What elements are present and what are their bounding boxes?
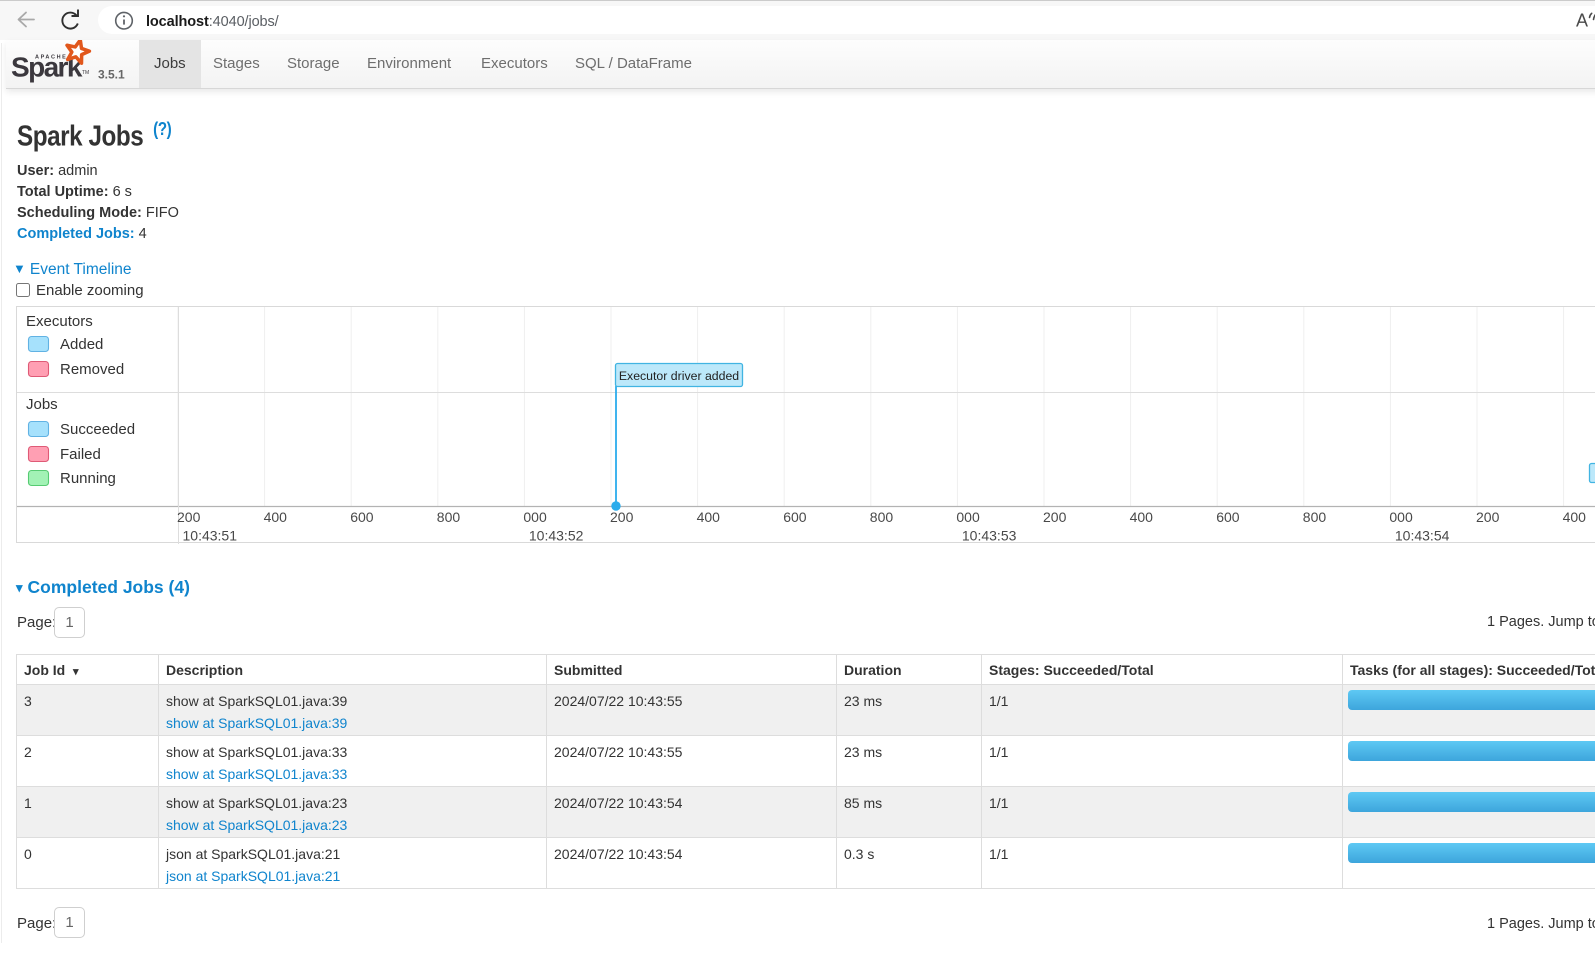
svg-text:TM: TM xyxy=(82,70,89,76)
svg-text:600: 600 xyxy=(350,509,374,525)
svg-text:800: 800 xyxy=(1303,509,1327,525)
svg-text:400: 400 xyxy=(697,509,721,525)
svg-text:Succeeded: Succeeded xyxy=(60,421,135,438)
svg-text:10:43:53: 10:43:53 xyxy=(962,528,1017,544)
svg-text:Added: Added xyxy=(60,336,103,353)
svg-text:600: 600 xyxy=(1216,509,1240,525)
svg-text:000: 000 xyxy=(523,509,547,525)
svg-text:A: A xyxy=(1576,11,1588,31)
svg-text:10:43:51: 10:43:51 xyxy=(183,528,238,544)
svg-text:400: 400 xyxy=(1563,509,1587,525)
svg-text:000: 000 xyxy=(956,509,980,525)
svg-text:Executors: Executors xyxy=(26,313,93,330)
svg-text:000: 000 xyxy=(1389,509,1413,525)
svg-text:Jobs: Jobs xyxy=(26,396,58,413)
svg-text:Running: Running xyxy=(60,470,116,487)
svg-text:200: 200 xyxy=(1476,509,1500,525)
svg-text:3.5.1: 3.5.1 xyxy=(98,67,125,81)
svg-text:10:43:52: 10:43:52 xyxy=(529,528,584,544)
svg-text:APACHE: APACHE xyxy=(35,55,67,61)
svg-text:400: 400 xyxy=(264,509,288,525)
svg-text:200: 200 xyxy=(1043,509,1067,525)
svg-text:Executor driver added: Executor driver added xyxy=(619,369,739,383)
svg-text:200: 200 xyxy=(610,509,634,525)
svg-text:200: 200 xyxy=(177,509,201,525)
svg-text:10:43:54: 10:43:54 xyxy=(1395,528,1450,544)
svg-text:400: 400 xyxy=(1130,509,1154,525)
svg-text:600: 600 xyxy=(783,509,807,525)
svg-text:Removed: Removed xyxy=(60,361,124,378)
svg-text:800: 800 xyxy=(437,509,461,525)
svg-text:800: 800 xyxy=(870,509,894,525)
svg-text:Failed: Failed xyxy=(60,446,101,463)
